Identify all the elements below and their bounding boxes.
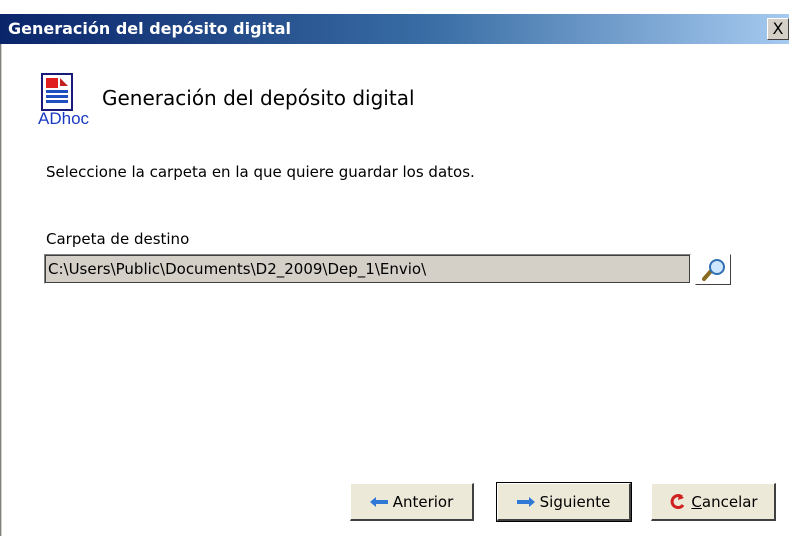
destination-folder-label: Carpeta de destino <box>46 230 190 248</box>
window-titlebar: Generación del depósito digital X <box>0 14 789 44</box>
close-button[interactable]: X <box>767 18 789 40</box>
window-title: Generación del depósito digital <box>8 19 291 38</box>
previous-button-label: Anterior <box>392 492 454 511</box>
magnifier-icon <box>702 259 725 281</box>
page-title: Generación del depósito digital <box>102 86 415 110</box>
cancel-button-label: Cancelar <box>691 492 758 511</box>
previous-button[interactable]: Anterior <box>350 483 474 521</box>
arrow-right-icon <box>516 496 535 507</box>
next-button[interactable]: Siguiente <box>496 482 632 522</box>
close-icon: X <box>772 19 784 38</box>
adhoc-document-icon: ADhoc <box>36 72 90 128</box>
arrow-left-icon <box>369 496 388 507</box>
cancel-button[interactable]: Cancelar <box>651 483 776 521</box>
instruction-text: Seleccione la carpeta en la que quiere g… <box>46 163 475 181</box>
destination-folder-field[interactable]: C:\Users\Public\Documents\D2_2009\Dep_1\… <box>44 254 691 284</box>
browse-folder-button[interactable] <box>695 254 731 285</box>
next-button-label: Siguiente <box>539 492 611 511</box>
window-left-border <box>0 44 2 536</box>
cancel-icon <box>671 493 685 509</box>
adhoc-logo-text: ADhoc <box>38 109 90 126</box>
